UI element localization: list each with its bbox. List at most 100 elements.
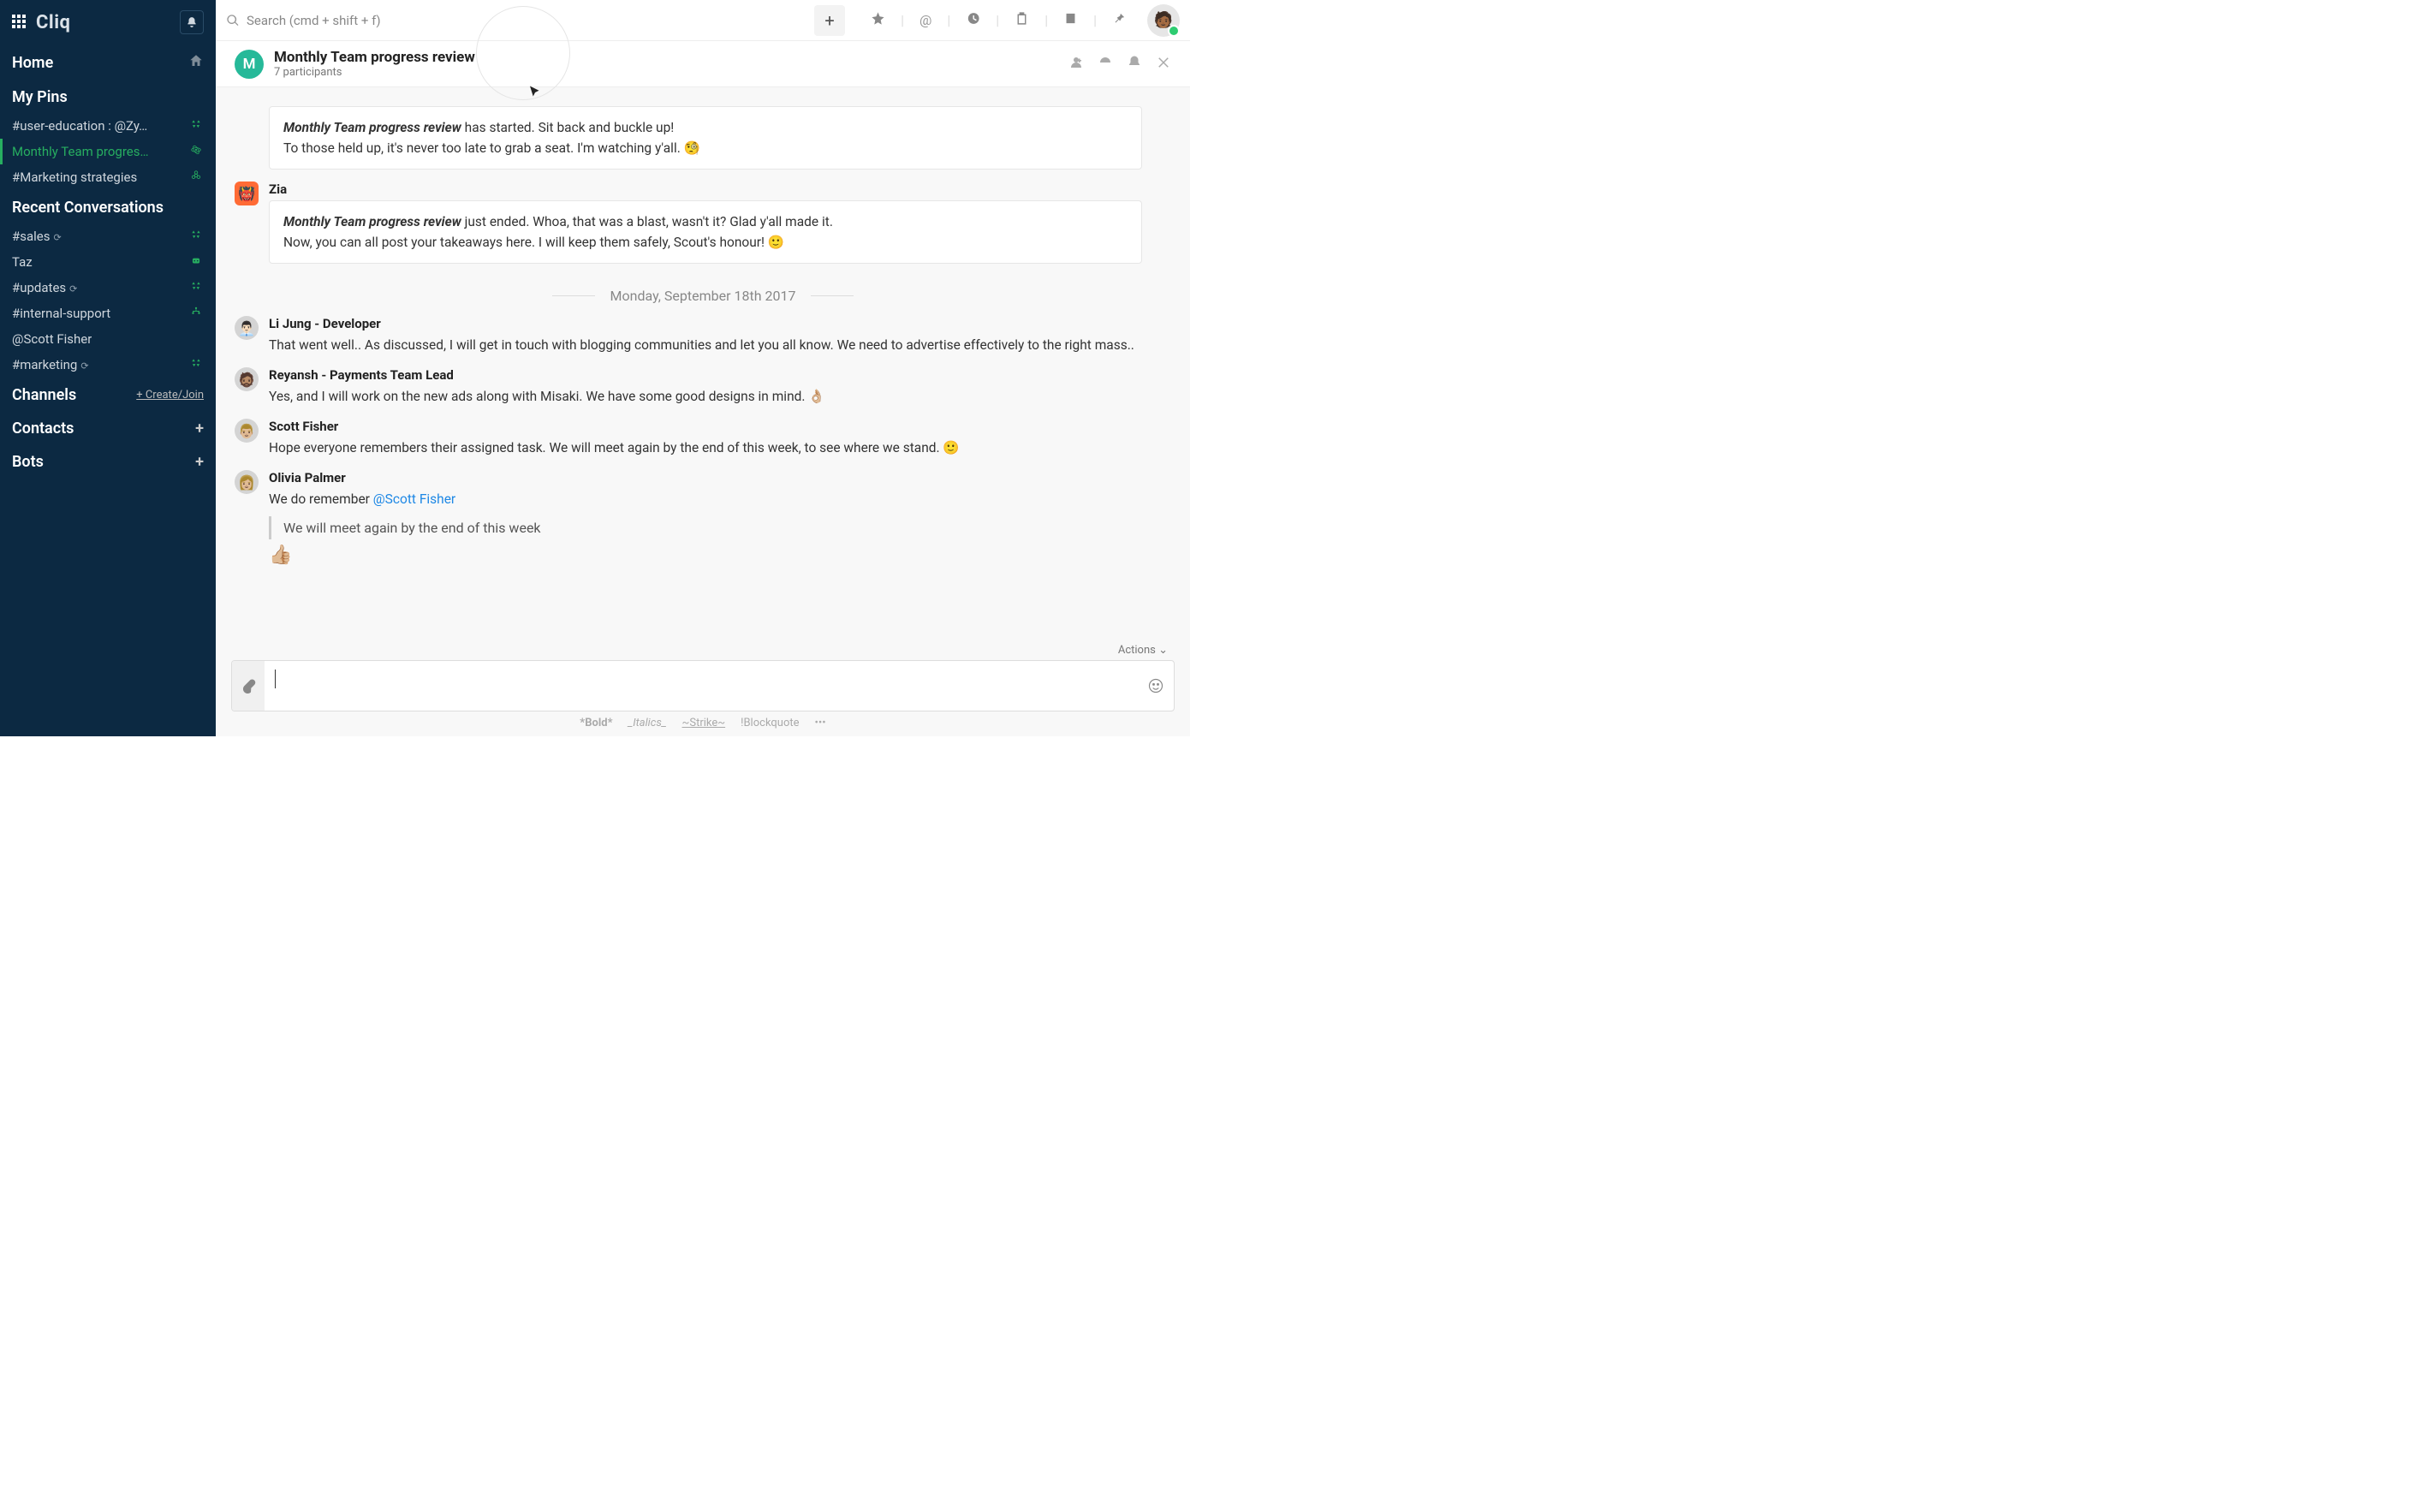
message: 👩🏼 Olivia Palmer We do remember @Scott Fis… — [235, 470, 1171, 566]
history-icon[interactable] — [966, 11, 980, 29]
message-avatar: 👹 — [235, 182, 259, 205]
sidebar-pin-item[interactable]: #user-education : @Zy… — [0, 113, 216, 139]
message-text: Yes, and I will work on the new ads alon… — [269, 386, 1171, 407]
message-sender: Olivia Palmer — [269, 470, 1171, 485]
hint-strike: ~Strike~ — [682, 717, 726, 729]
apps-grid-icon[interactable] — [12, 15, 27, 30]
message-avatar: 👩🏼 — [235, 470, 259, 494]
hint-bold: *Bold* — [580, 717, 612, 729]
message-avatar: 🧔🏽 — [235, 367, 259, 391]
search-placeholder: Search (cmd + shift + f) — [247, 13, 381, 28]
recycle-icon — [188, 118, 204, 134]
sidebar-recent-item[interactable]: #marketing⟳ — [0, 352, 216, 378]
sidebar-item-label: #marketing⟳ — [12, 357, 89, 372]
add-participant-icon[interactable] — [1068, 55, 1084, 74]
sidebar-item-label: #sales⟳ — [12, 229, 62, 244]
message-bubble: Monthly Team progress review has started… — [269, 106, 1142, 170]
add-button[interactable]: + — [814, 5, 845, 36]
hint-italics: _Italics_ — [628, 717, 667, 729]
date-separator: Monday, September 18th 2017 — [235, 288, 1171, 304]
home-header[interactable]: Home — [0, 45, 216, 80]
message-sender: Reyansh - Payments Team Lead — [269, 367, 1171, 383]
brand-name: Cliq — [36, 12, 70, 33]
pin-icon[interactable] — [1112, 11, 1127, 29]
sidebar-recent-item[interactable]: #internal-support — [0, 301, 216, 326]
reaction-icon[interactable]: 👍🏼 — [269, 545, 292, 566]
actions-dropdown[interactable]: Actions ⌄ — [231, 642, 1175, 660]
message-list[interactable]: Monthly Team progress review has started… — [216, 87, 1190, 639]
recent-label: Recent Conversations — [12, 199, 164, 217]
message: 🧔🏽 Reyansh - Payments Team Lead Yes, and I… — [235, 367, 1171, 407]
home-label: Home — [12, 54, 53, 72]
emoji-icon[interactable] — [1138, 661, 1174, 711]
contacts-header[interactable]: Contacts + — [0, 411, 216, 444]
sidebar-pin-item[interactable]: Monthly Team progres… — [0, 139, 216, 164]
sidebar-item-label: @Scott Fisher — [12, 331, 92, 347]
star-icon[interactable] — [871, 11, 885, 29]
search-input[interactable]: Search (cmd + shift + f) — [226, 13, 806, 28]
mention[interactable]: @Scott Fisher — [373, 491, 455, 507]
message-sender: Scott Fisher — [269, 419, 1171, 434]
message-input[interactable] — [265, 661, 1138, 711]
channel-title: Monthly Team progress review — [274, 49, 475, 66]
main-area: Search (cmd + shift + f) + | @ | | | | 🧑… — [216, 0, 1190, 736]
recycle-icon — [188, 357, 204, 372]
sidebar: Cliq Home My Pins #user-education : @Zy…… — [0, 0, 216, 736]
close-icon[interactable] — [1156, 55, 1171, 74]
message: 👹ZiaMonthly Team progress review just en… — [235, 182, 1171, 264]
sidebar-recent-item[interactable]: #updates⟳ — [0, 275, 216, 301]
home-icon — [188, 53, 204, 73]
message-avatar: 👨🏼 — [235, 419, 259, 443]
sidebar-item-label: #Marketing strategies — [12, 170, 137, 185]
bot-icon — [188, 254, 204, 270]
recycle-icon — [188, 280, 204, 295]
channel-header: M Monthly Team progress review 7 partici… — [216, 41, 1190, 87]
add-bot-icon[interactable]: + — [195, 453, 204, 471]
channel-actions — [1068, 55, 1171, 74]
format-hints: *Bold* _Italics_ ~Strike~ !Blockquote ••… — [231, 711, 1175, 731]
search-icon — [226, 14, 240, 27]
channels-header[interactable]: Channels + Create/Join — [0, 378, 216, 411]
sidebar-pin-item[interactable]: #Marketing strategies — [0, 164, 216, 190]
user-avatar[interactable]: 🧑🏾 — [1147, 4, 1180, 37]
add-contact-icon[interactable]: + — [195, 420, 204, 438]
message-text: Hope everyone remembers their assigned t… — [269, 438, 1171, 458]
sidebar-item-label: #updates⟳ — [12, 280, 77, 295]
brand-bar: Cliq — [0, 0, 216, 45]
attachment-icon[interactable] — [232, 661, 265, 711]
calendar-icon[interactable] — [1063, 11, 1078, 29]
hint-more: ••• — [815, 717, 826, 729]
bell-icon[interactable] — [1127, 55, 1142, 74]
sidebar-item-label: Monthly Team progres… — [12, 144, 149, 159]
channel-avatar: M — [235, 50, 264, 79]
clipboard-icon[interactable] — [1015, 11, 1029, 29]
message: 👨🏼 Scott Fisher Hope everyone remembers th… — [235, 419, 1171, 458]
create-join-link[interactable]: + Create/Join — [136, 389, 204, 402]
message: Monthly Team progress review has started… — [235, 106, 1171, 170]
org-icon — [188, 306, 204, 321]
notifications-bell-icon[interactable] — [180, 10, 204, 34]
recycle-icon — [188, 229, 204, 244]
recent-header: Recent Conversations — [0, 190, 216, 223]
top-icons: | @ | | | | — [871, 11, 1127, 29]
channel-subtitle[interactable]: 7 participants — [274, 66, 475, 79]
sidebar-recent-item[interactable]: @Scott Fisher — [0, 326, 216, 352]
message-text: That went well.. As discussed, I will ge… — [269, 335, 1171, 355]
date-separator-label: Monday, September 18th 2017 — [610, 288, 796, 304]
cursor-icon — [527, 85, 543, 104]
message-sender: Zia — [269, 182, 1171, 197]
broadcast-icon[interactable] — [1098, 55, 1113, 74]
sidebar-recent-item[interactable]: Taz — [0, 249, 216, 275]
composer-area: Actions ⌄ *Bold* _Italics_ ~Strike~ !Blo… — [216, 639, 1190, 736]
bots-label: Bots — [12, 453, 44, 471]
contacts-label: Contacts — [12, 420, 74, 438]
sidebar-item-label: Taz — [12, 254, 33, 270]
message-text: We do remember @Scott Fisher — [269, 489, 1171, 509]
mention-icon[interactable]: @ — [919, 12, 931, 28]
bots-header[interactable]: Bots + — [0, 444, 216, 478]
topbar: Search (cmd + shift + f) + | @ | | | | 🧑… — [216, 0, 1190, 41]
hint-blockquote: !Blockquote — [741, 717, 799, 729]
sidebar-item-label: #internal-support — [12, 306, 110, 321]
biohazard-icon — [188, 170, 204, 185]
sidebar-recent-item[interactable]: #sales⟳ — [0, 223, 216, 249]
